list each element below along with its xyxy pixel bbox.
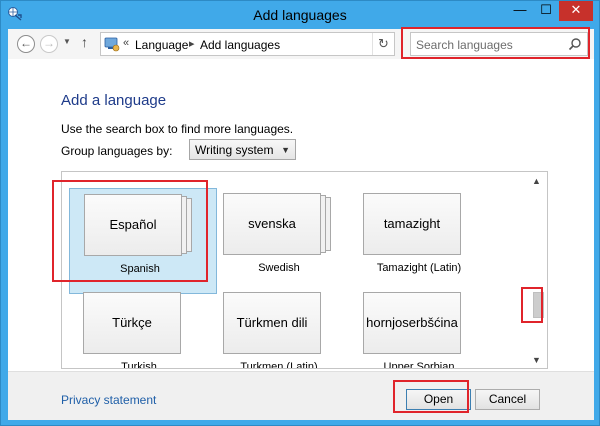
group-by-value: Writing system xyxy=(195,143,274,157)
instruction-text: Use the search box to find more language… xyxy=(61,122,294,136)
language-english-name: Upper Sorbian xyxy=(383,361,455,369)
highlight-scrollbar-thumb xyxy=(521,287,543,323)
highlight-open-button xyxy=(393,380,469,413)
address-bar[interactable]: « Language ▸ Add languages ↻ xyxy=(100,32,395,56)
language-native-name: Türkmen dili xyxy=(236,315,308,330)
forward-button[interactable]: → xyxy=(40,35,58,53)
language-tile-turkmen[interactable]: Türkmen dili Turkmen (Latin) xyxy=(209,287,357,369)
highlight-search-box xyxy=(401,27,590,59)
language-native-name: tamazight xyxy=(383,216,441,231)
vertical-scrollbar[interactable]: ▲ ▼ xyxy=(528,172,547,368)
language-english-name: Swedish xyxy=(258,262,300,274)
language-native-name: svenska xyxy=(248,216,296,231)
language-native-name: Türkçe xyxy=(112,315,152,330)
language-native-name: hornjoserbšćina xyxy=(366,315,458,330)
language-english-name: Tamazight (Latin) xyxy=(376,262,462,274)
highlight-spanish-tile xyxy=(52,180,208,282)
control-panel-icon xyxy=(104,37,120,52)
privacy-statement-link[interactable]: Privacy statement xyxy=(61,393,156,407)
breadcrumb-overflow[interactable]: « xyxy=(123,37,129,49)
breadcrumb-add-languages[interactable]: Add languages xyxy=(200,38,280,52)
close-button[interactable]: ✕ xyxy=(559,1,593,21)
breadcrumb-language[interactable]: Language xyxy=(135,38,188,52)
cancel-button[interactable]: Cancel xyxy=(475,389,540,410)
language-card: Türkmen dili xyxy=(223,292,321,354)
refresh-icon[interactable]: ↻ xyxy=(372,33,394,55)
language-tile-upper-sorbian[interactable]: hornjoserbšćina Upper Sorbian xyxy=(349,287,497,369)
title-bar[interactable]: Add languages — ☐ ✕ xyxy=(1,1,599,29)
language-card: tamazight xyxy=(363,193,461,255)
scroll-down-icon[interactable]: ▼ xyxy=(532,355,541,365)
language-card: hornjoserbšćina xyxy=(363,292,461,354)
up-button[interactable]: ↑ xyxy=(81,34,88,50)
language-tile-tamazight[interactable]: tamazight Tamazight (Latin) xyxy=(349,188,497,294)
language-tile-turkish[interactable]: Türkçe Turkish xyxy=(69,287,217,369)
dialog-footer: Privacy statement Open Cancel xyxy=(8,371,594,420)
page-title: Add a language xyxy=(61,92,167,109)
language-english-name: Turkish xyxy=(121,361,157,369)
group-by-select[interactable]: Writing system ▼ xyxy=(189,139,296,160)
language-card: svenska xyxy=(223,193,321,255)
back-button[interactable]: ← xyxy=(17,35,35,53)
chevron-down-icon: ▼ xyxy=(281,145,290,155)
maximize-button[interactable]: ☐ xyxy=(533,1,559,21)
scroll-up-icon[interactable]: ▲ xyxy=(532,176,541,186)
language-english-name: Turkmen (Latin) xyxy=(240,361,318,369)
recent-locations-chevron-down-icon[interactable]: ▼ xyxy=(63,37,71,46)
group-by-label: Group languages by: xyxy=(61,144,173,158)
language-card: Türkçe xyxy=(83,292,181,354)
card-stack-edge xyxy=(326,197,331,251)
language-tile-swedish[interactable]: svenska Swedish xyxy=(209,188,357,294)
breadcrumb-separator[interactable]: ▸ xyxy=(189,37,195,50)
minimize-button[interactable]: — xyxy=(507,1,533,21)
